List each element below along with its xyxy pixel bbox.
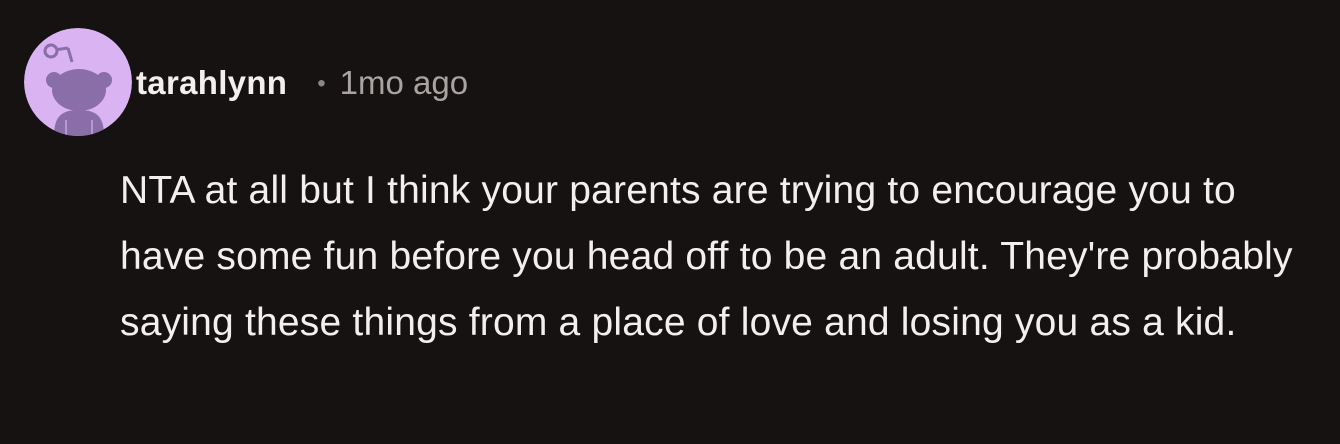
- snoo-avatar-icon: [24, 28, 132, 136]
- comment-meta: tarahlynn • 1mo ago: [136, 60, 468, 106]
- meta-separator: •: [317, 70, 326, 97]
- comment-body: NTA at all but I think your parents are …: [120, 169, 1293, 344]
- username-link[interactable]: tarahlynn: [136, 64, 287, 102]
- comment-timestamp: 1mo ago: [339, 64, 469, 101]
- comment: tarahlynn • 1mo ago NTA at all but I thi…: [0, 0, 1340, 444]
- user-avatar[interactable]: [24, 28, 132, 136]
